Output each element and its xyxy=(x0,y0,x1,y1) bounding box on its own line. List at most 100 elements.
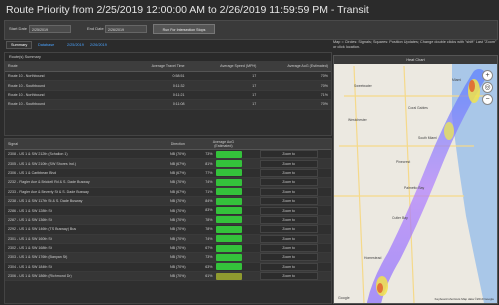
signal-name-cell: 2238 - US 1 & SW 117th St & S. Dade Busw… xyxy=(5,196,155,207)
place-label: Pinecrest xyxy=(396,160,411,164)
table-row[interactable]: Route 10 - Southbound 0:11:32 17 70% xyxy=(5,80,331,91)
col-signal[interactable]: Signal xyxy=(5,139,155,150)
direction-cell: NB (67%) xyxy=(154,187,201,197)
table-row[interactable]: Route 10 - Southbound 0:11:08 17 70% xyxy=(5,99,331,110)
table-row[interactable]: 2305 - US 1 & SW 210th (SW Shores Ind.) N… xyxy=(5,158,331,169)
tab-date-1[interactable]: 2/25/2019 xyxy=(67,43,84,47)
zoom-to-button[interactable]: Zoom to xyxy=(259,244,318,252)
page-title: Route Priority from 2/25/2019 12:00:00 A… xyxy=(6,4,369,16)
aog-cell: 78% xyxy=(200,215,247,226)
zoom-to-button[interactable]: Zoom to xyxy=(259,150,318,158)
table-row[interactable]: 2304 - US 1 & SW 184th St NB (70%) 63% Zoom… xyxy=(5,262,331,273)
zoom-to-button[interactable]: Zoom to xyxy=(259,178,318,187)
direction-cell: NB (70%) xyxy=(154,243,201,254)
place-label: Coral Gables xyxy=(408,106,428,110)
start-date-input[interactable]: 2/25/2019 xyxy=(29,25,71,33)
aog-cell: 71% xyxy=(259,90,331,101)
aog-cell: 70% xyxy=(259,80,331,91)
aog-cell: 73% xyxy=(200,252,247,263)
table-row[interactable]: Route 10 - Northbound 0:11:21 17 71% xyxy=(5,90,331,101)
table-row[interactable]: 2233 - Flagler Ave & Beverly St & S. Dad… xyxy=(5,187,331,197)
table-row[interactable]: 2308 - US 1 & SW 212th (Schallon 1) NB (7… xyxy=(5,149,331,160)
col-direction[interactable]: Direction xyxy=(154,139,201,150)
signal-panel: Signal Direction Average AoG (Estimated)… xyxy=(4,138,332,304)
place-label: Sweetwater xyxy=(354,84,372,88)
direction-cell: NB (70%) xyxy=(154,196,201,207)
route-summary-panel: Route(s) Summary Route Average Travel Ti… xyxy=(4,52,332,136)
signal-name-cell: 2304 - US 1 & SW 184th St xyxy=(5,262,155,273)
table-row[interactable]: 2302 - US 1 & SW 168th St NB (70%) 67% Zoom… xyxy=(5,243,331,254)
aog-level-swatch xyxy=(215,272,242,280)
col-travel-time[interactable]: Average Travel Time xyxy=(115,61,188,72)
tab-date-2[interactable]: 2/26/2019 xyxy=(90,43,107,47)
zoom-to-button[interactable]: Zoom to xyxy=(259,262,318,271)
col-signal-aog[interactable]: Average AoG (Estimated) xyxy=(200,139,247,150)
route-name-cell: Route 10 - Northbound xyxy=(5,90,116,101)
direction-cell: NB (70%) xyxy=(154,262,201,273)
zoom-cell: Zoom to xyxy=(246,234,331,244)
zoom-cell: Zoom to xyxy=(246,262,331,273)
table-row[interactable]: 2232 - Flagler Ave & Brickell Rd & S. Da… xyxy=(5,177,331,188)
aog-cell: 71% xyxy=(200,187,247,197)
col-aog[interactable]: Average AoG (Estimated) xyxy=(259,61,331,72)
signal-name-cell: 2303 - US 1 & SW 176th (Banyan St) xyxy=(5,252,155,263)
recenter-button[interactable]: ◎ xyxy=(482,82,493,93)
aog-level-swatch xyxy=(215,160,242,168)
table-row[interactable]: 2286 - US 1 & SW 128th St NB (70%) 83% Zoom… xyxy=(5,205,331,216)
direction-cell: NB (67%) xyxy=(154,158,201,169)
table-row[interactable]: 2303 - US 1 & SW 176th (Banyan St) NB (70… xyxy=(5,252,331,263)
aog-value: 73% xyxy=(205,255,213,260)
route-summary-title: Route(s) Summary xyxy=(5,53,331,61)
zoom-in-button[interactable]: + xyxy=(482,70,493,81)
zoom-to-button[interactable]: Zoom to xyxy=(259,159,318,168)
table-row[interactable]: 2306 - US 1 & SW 186th (Richmond Dr) NB (… xyxy=(5,271,331,282)
signal-name-cell: 2306 - US 1 & Caribbean Blvd xyxy=(5,168,155,179)
zoom-to-button[interactable]: Zoom to xyxy=(259,253,318,262)
signal-table: Signal Direction Average AoG (Estimated)… xyxy=(5,139,331,282)
direction-cell: NB (70%) xyxy=(154,271,201,282)
table-row[interactable]: Route 10 - Northbound 0:58:51 17 70% xyxy=(5,71,331,82)
zoom-to-button[interactable]: Zoom to xyxy=(259,197,318,205)
map-attribution[interactable]: Keyboard shortcuts Map data ©2019 Google xyxy=(435,297,494,301)
speed-cell: 17 xyxy=(187,71,260,82)
zoom-to-button[interactable]: Zoom to xyxy=(259,215,318,224)
end-date-input[interactable]: 2/26/2019 xyxy=(105,25,147,33)
aog-level-swatch xyxy=(215,235,242,243)
place-label: Westchester xyxy=(348,118,367,122)
map-logo: Google xyxy=(338,296,350,300)
table-row[interactable]: 2306 - US 1 & Caribbean Blvd NB (67%) 77% Z… xyxy=(5,168,331,179)
aog-level-swatch xyxy=(215,169,242,177)
table-row[interactable]: 2287 - US 1 & SW 136th St NB (70%) 78% Zoom… xyxy=(5,215,331,226)
aog-cell: 61% xyxy=(200,271,247,282)
aog-cell: 77% xyxy=(200,168,247,179)
col-route[interactable]: Route xyxy=(5,61,116,72)
aog-cell: 84% xyxy=(200,196,247,207)
heat-map[interactable]: Heat Chart + ◎ − Sweetwater Westchester … xyxy=(333,55,498,304)
zoom-to-button[interactable]: Zoom to xyxy=(259,168,318,177)
aog-value: 81% xyxy=(205,161,213,166)
table-row[interactable]: 2301 - US 1 & SW 160th St NB (70%) 74% Zoom… xyxy=(5,234,331,244)
zoom-to-button[interactable]: Zoom to xyxy=(259,272,318,280)
signal-name-cell: 2302 - US 1 & SW 168th St xyxy=(5,243,155,254)
run-button[interactable]: Run For Intersection Stops xyxy=(153,24,215,34)
end-date-label: End Date xyxy=(87,26,104,31)
place-label: Homestead xyxy=(364,256,382,260)
signal-name-cell: 2308 - US 1 & SW 212th (Schallon 1) xyxy=(5,149,155,160)
aog-level-swatch xyxy=(215,150,242,158)
aog-cell: 74% xyxy=(200,234,247,244)
zoom-to-button[interactable]: Zoom to xyxy=(259,206,318,215)
map-canvas xyxy=(334,56,497,303)
zoom-out-button[interactable]: − xyxy=(482,94,493,105)
route-name-cell: Route 10 - Northbound xyxy=(5,71,116,82)
table-row[interactable]: 2292 - US 1 & SW 146th (TS Busway) Bus NB… xyxy=(5,224,331,235)
zoom-to-button[interactable]: Zoom to xyxy=(259,234,318,243)
zoom-to-button[interactable]: Zoom to xyxy=(259,187,318,196)
tab-database[interactable]: Database xyxy=(38,43,54,47)
col-speed[interactable]: Average Speed (MPH) xyxy=(187,61,260,72)
zoom-to-button[interactable]: Zoom to xyxy=(259,225,318,233)
zoom-cell: Zoom to xyxy=(246,243,331,254)
tab-summary[interactable]: Summary xyxy=(6,41,33,49)
table-row[interactable]: 2238 - US 1 & SW 117th St & S. Dade Busw… xyxy=(5,196,331,207)
zoom-cell: Zoom to xyxy=(246,187,331,197)
route-summary-table: Route Average Travel Time Average Speed … xyxy=(5,61,331,110)
